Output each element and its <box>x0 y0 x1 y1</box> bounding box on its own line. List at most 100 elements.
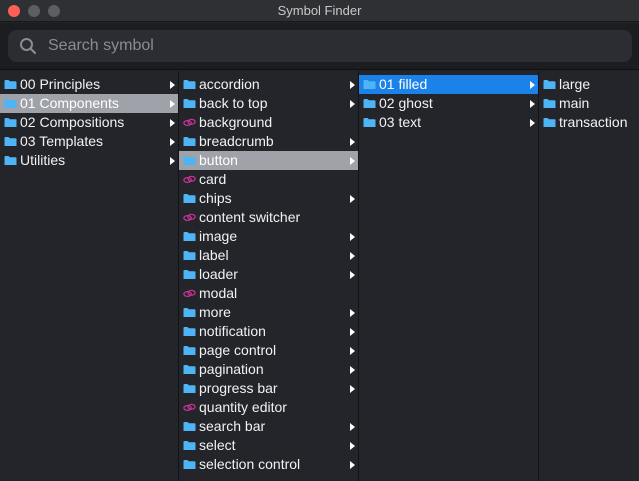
list-item-label: main <box>559 95 590 111</box>
list-item[interactable]: modal <box>179 284 358 303</box>
list-item-label: 03 text <box>379 114 422 130</box>
symbol-icon <box>183 403 196 412</box>
list-item[interactable]: progress bar <box>179 379 358 398</box>
disclosure-arrow-icon <box>350 461 355 469</box>
folder-icon <box>183 99 196 108</box>
list-item-label: image <box>199 228 238 244</box>
folder-icon <box>543 118 556 127</box>
list-item[interactable]: chips <box>179 189 358 208</box>
folder-icon <box>183 422 196 431</box>
disclosure-arrow-icon <box>350 385 355 393</box>
disclosure-arrow-icon <box>170 138 175 146</box>
list-item[interactable]: select <box>179 436 358 455</box>
list-item[interactable]: back to top <box>179 94 358 113</box>
list-item[interactable]: 00 Principles <box>0 75 178 94</box>
disclosure-arrow-icon <box>350 309 355 317</box>
list-item-label: 01 filled <box>379 76 428 92</box>
column-categories[interactable]: 00 Principles 01 Components 02 Composition… <box>0 71 179 481</box>
list-item-label: 03 Templates <box>20 133 104 149</box>
list-item[interactable]: more <box>179 303 358 322</box>
search-field[interactable] <box>8 30 632 62</box>
list-item[interactable]: loader <box>179 265 358 284</box>
search-area <box>0 23 639 70</box>
list-item-label: transaction <box>559 114 628 130</box>
list-item-label: button <box>199 152 238 168</box>
symbol-icon <box>183 175 196 184</box>
list-item[interactable]: transaction <box>539 113 639 132</box>
folder-icon <box>183 365 196 374</box>
list-item[interactable]: breadcrumb <box>179 132 358 151</box>
symbol-icon <box>183 118 196 127</box>
symbol-icon <box>183 213 196 222</box>
list-item-label: selection control <box>199 456 301 472</box>
list-item[interactable]: card <box>179 170 358 189</box>
folder-icon <box>183 308 196 317</box>
list-item-label: page control <box>199 342 277 358</box>
list-item[interactable]: 01 filled <box>359 75 538 94</box>
list-item[interactable]: quantity editor <box>179 398 358 417</box>
column-filled-sizes[interactable]: large main transaction <box>539 71 639 481</box>
list-item[interactable]: 03 text <box>359 113 538 132</box>
list-item-label: 02 Compositions <box>20 114 125 130</box>
disclosure-arrow-icon <box>170 157 175 165</box>
list-item[interactable]: background <box>179 113 358 132</box>
disclosure-arrow-icon <box>350 100 355 108</box>
column-components[interactable]: accordion back to top background breadcrumb… <box>179 71 359 481</box>
folder-icon <box>183 137 196 146</box>
list-item[interactable]: 03 Templates <box>0 132 178 151</box>
list-item[interactable]: accordion <box>179 75 358 94</box>
list-item[interactable]: page control <box>179 341 358 360</box>
list-item-label: 01 Components <box>20 95 119 111</box>
folder-icon <box>183 441 196 450</box>
list-item[interactable]: 02 Compositions <box>0 113 178 132</box>
list-item-label: 00 Principles <box>20 76 101 92</box>
list-item[interactable]: label <box>179 246 358 265</box>
disclosure-arrow-icon <box>350 252 355 260</box>
disclosure-arrow-icon <box>350 157 355 165</box>
disclosure-arrow-icon <box>530 100 535 108</box>
disclosure-arrow-icon <box>350 233 355 241</box>
symbol-icon <box>183 289 196 298</box>
list-item[interactable]: large <box>539 75 639 94</box>
folder-icon <box>4 137 17 146</box>
folder-icon <box>183 270 196 279</box>
list-item[interactable]: selection control <box>179 455 358 474</box>
list-item[interactable]: notification <box>179 322 358 341</box>
folder-icon <box>4 118 17 127</box>
list-item[interactable]: main <box>539 94 639 113</box>
list-item[interactable]: button <box>179 151 358 170</box>
list-item-label: background <box>199 114 273 130</box>
list-item[interactable]: Utilities <box>0 151 178 170</box>
symbol-finder-window: Symbol Finder 00 Principles 01 Components… <box>0 0 639 481</box>
list-item[interactable]: image <box>179 227 358 246</box>
disclosure-arrow-icon <box>350 442 355 450</box>
folder-icon <box>183 327 196 336</box>
browser-columns: 00 Principles 01 Components 02 Composition… <box>0 71 639 481</box>
list-item[interactable]: 01 Components <box>0 94 178 113</box>
disclosure-arrow-icon <box>350 271 355 279</box>
list-item-label: label <box>199 247 229 263</box>
disclosure-arrow-icon <box>170 100 175 108</box>
disclosure-arrow-icon <box>350 423 355 431</box>
list-item-label: Utilities <box>20 152 66 168</box>
column-button-variants[interactable]: 01 filled 02 ghost 03 text <box>359 71 539 481</box>
disclosure-arrow-icon <box>350 366 355 374</box>
list-item-label: large <box>559 76 591 92</box>
list-item-label: card <box>199 171 227 187</box>
list-item[interactable]: content switcher <box>179 208 358 227</box>
folder-icon <box>4 156 17 165</box>
search-input[interactable] <box>48 30 618 62</box>
folder-icon <box>543 80 556 89</box>
folder-icon <box>363 99 376 108</box>
list-item-label: back to top <box>199 95 268 111</box>
disclosure-arrow-icon <box>350 347 355 355</box>
list-item-label: select <box>199 437 236 453</box>
list-item[interactable]: 02 ghost <box>359 94 538 113</box>
search-icon <box>20 38 37 55</box>
list-item-label: chips <box>199 190 232 206</box>
list-item[interactable]: search bar <box>179 417 358 436</box>
list-item-label: progress bar <box>199 380 278 396</box>
list-item[interactable]: pagination <box>179 360 358 379</box>
folder-icon <box>183 232 196 241</box>
folder-icon <box>183 156 196 165</box>
